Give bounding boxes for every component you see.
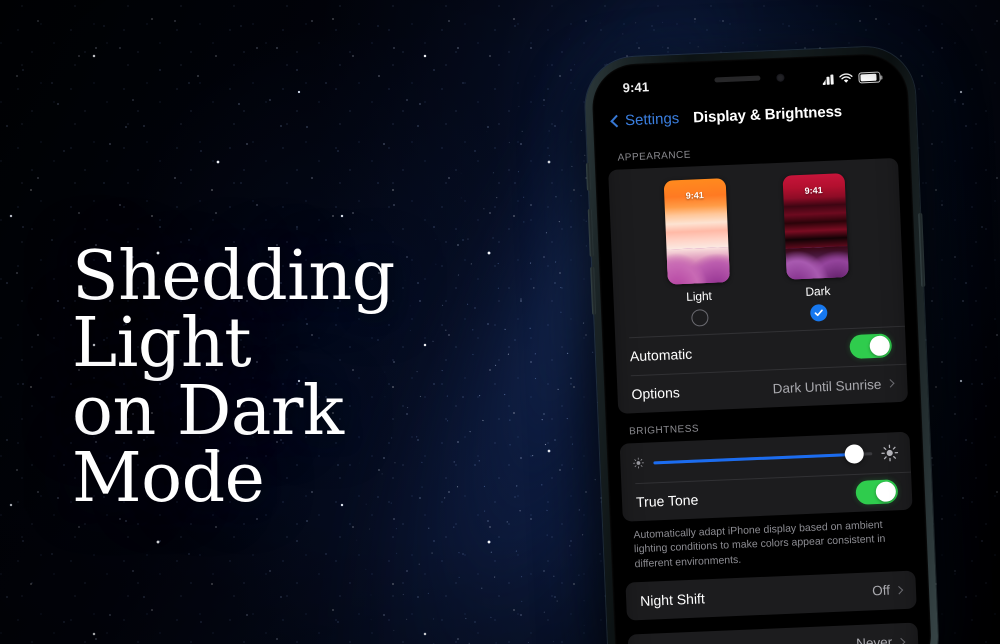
appearance-option-dark[interactable]: 9:41 Dark (782, 173, 850, 322)
back-button[interactable]: Settings (610, 109, 680, 130)
brightness-slider-knob[interactable] (844, 444, 865, 464)
dark-wallpaper-time: 9:41 (804, 185, 823, 196)
chevron-right-icon (896, 637, 906, 644)
iphone-mockup: 9:41 Settings Display & Brightness APPEA… (583, 45, 940, 644)
night-shift-value: Off (871, 582, 904, 599)
dark-option-label: Dark (805, 283, 831, 299)
poster-canvas: Shedding Light on Dark Mode 9:41 Setting… (0, 0, 1000, 644)
appearance-picker: 9:41 Light 9:41 Dark (608, 158, 905, 338)
battery-icon (858, 71, 881, 84)
settings-scroll-area[interactable]: APPEARANCE 9:41 Light 9:41 Dark Automati… (598, 127, 928, 644)
status-bar-time: 9:41 (622, 79, 650, 96)
chevron-right-icon (886, 379, 895, 388)
automatic-toggle[interactable] (849, 333, 893, 360)
dark-wallpaper-thumbnail: 9:41 (782, 173, 849, 280)
phone-screen: 9:41 Settings Display & Brightness APPEA… (595, 57, 928, 644)
back-button-label: Settings (624, 109, 680, 129)
light-wallpaper-thumbnail: 9:41 (663, 178, 730, 285)
options-label: Options (631, 384, 681, 403)
light-option-label: Light (685, 288, 713, 304)
poster-headline: Shedding Light on Dark Mode (72, 237, 395, 518)
night-shift-value-text: Off (871, 582, 891, 599)
brightness-slider-fill (653, 452, 855, 464)
auto-lock-value: Never (855, 634, 906, 644)
chevron-left-icon (610, 114, 623, 127)
status-bar-indicators (818, 71, 881, 86)
checkmark-circle-icon[interactable] (809, 303, 828, 322)
wifi-icon (839, 73, 853, 83)
appearance-option-light[interactable]: 9:41 Light (663, 178, 731, 327)
earpiece-speaker-icon (714, 75, 761, 83)
front-camera-icon (776, 73, 785, 82)
brightness-slider-track[interactable] (653, 444, 873, 464)
sun-large-icon (881, 444, 899, 461)
night-shift-label: Night Shift (639, 590, 706, 609)
appearance-thumbnails: 9:41 Light 9:41 Dark (609, 171, 905, 330)
brightness-group: True Tone (619, 431, 913, 522)
page-title: Display & Brightness (692, 102, 843, 126)
auto-lock-value-text: Never (855, 634, 893, 644)
chevron-right-icon (894, 585, 904, 595)
options-value-text: Dark Until Sunrise (772, 376, 882, 396)
true-tone-label: True Tone (635, 491, 699, 511)
appearance-group: 9:41 Light 9:41 Dark Automatic Options D… (608, 157, 909, 414)
sun-small-icon (633, 457, 644, 469)
true-tone-toggle[interactable] (855, 479, 899, 505)
radio-unselected-icon[interactable] (691, 308, 709, 327)
automatic-label: Automatic (629, 345, 693, 365)
options-value: Dark Until Sunrise (772, 376, 895, 396)
light-wallpaper-time: 9:41 (685, 190, 704, 201)
